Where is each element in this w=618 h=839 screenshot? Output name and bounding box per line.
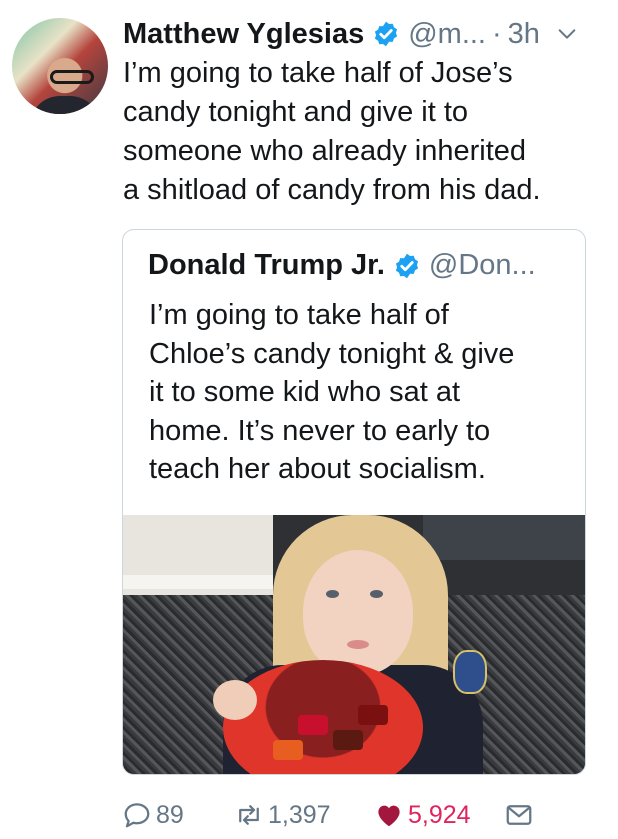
- retweet-button[interactable]: 1,397: [234, 800, 374, 830]
- quoted-text-line: it to some kid who sat at: [149, 376, 461, 408]
- quoted-author-handle: @Don...: [428, 249, 536, 281]
- tweet-timestamp[interactable]: 3h: [508, 18, 540, 51]
- quoted-text-line: Chloe’s candy tonight & give: [149, 337, 515, 370]
- retweet-count: 1,397: [268, 800, 331, 829]
- separator-dot: ·: [492, 17, 502, 50]
- like-button[interactable]: 5,924: [374, 800, 504, 830]
- verified-badge-icon: [395, 253, 418, 278]
- tweet-text-line: I’m going to take half of Jose’s: [123, 57, 513, 89]
- quoted-author-name: Donald Trump Jr.: [148, 249, 385, 281]
- avatar-shirt: [30, 96, 100, 114]
- quoted-text-line: home. It’s never to early to: [149, 414, 491, 447]
- quoted-tweet-text: I’m going to take half of Chloe’s candy …: [149, 296, 569, 489]
- tweet-actions: 89 1,397 5,924: [122, 795, 602, 835]
- heart-icon: [378, 805, 400, 827]
- verified-badge-icon: [375, 21, 398, 47]
- tweet-text-line: candy tonight and give it to: [123, 96, 469, 128]
- photo-cabinet: [423, 515, 585, 560]
- tweet-text-line: someone who already inherited: [123, 135, 527, 167]
- photo-child-hand: [213, 680, 257, 720]
- tweet-header: Matthew Yglesias @m... · 3h: [123, 16, 603, 52]
- photo-police-patch: [453, 650, 487, 694]
- quoted-tweet-header: Donald Trump Jr. @Don...: [148, 249, 536, 282]
- reply-icon: [124, 803, 150, 828]
- photo-candy: [298, 715, 328, 735]
- direct-message-button[interactable]: [504, 800, 538, 830]
- user-avatar[interactable]: [12, 18, 108, 114]
- tweet-text: I’m going to take half of Jose’s candy t…: [123, 54, 603, 210]
- quoted-text-line: teach her about socialism.: [149, 453, 486, 485]
- author-handle[interactable]: @m...: [408, 18, 486, 51]
- reply-count: 89: [156, 800, 184, 829]
- photo-candy: [333, 730, 363, 750]
- photo-child-face: [303, 550, 413, 675]
- quoted-tweet-card[interactable]: Donald Trump Jr. @Don... I’m going to ta…: [122, 229, 586, 775]
- photo-child-eye: [370, 590, 383, 598]
- photo-candy: [358, 705, 388, 725]
- chevron-down-icon[interactable]: [556, 23, 578, 45]
- photo-baseboard: [123, 575, 273, 589]
- tweet-text-line: a shitload of candy from his dad.: [123, 174, 541, 206]
- avatar-glasses: [50, 70, 94, 84]
- author-name[interactable]: Matthew Yglesias: [123, 18, 364, 51]
- photo-child-eye: [326, 590, 339, 598]
- retweet-icon: [239, 805, 259, 825]
- photo-candy: [273, 740, 303, 760]
- reply-button[interactable]: 89: [122, 800, 234, 830]
- photo-child-lips: [347, 640, 369, 649]
- quoted-tweet-photo[interactable]: [123, 515, 585, 774]
- like-count: 5,924: [408, 800, 471, 829]
- direct-message-icon: [506, 805, 532, 825]
- quoted-text-line: I’m going to take half of: [149, 299, 449, 331]
